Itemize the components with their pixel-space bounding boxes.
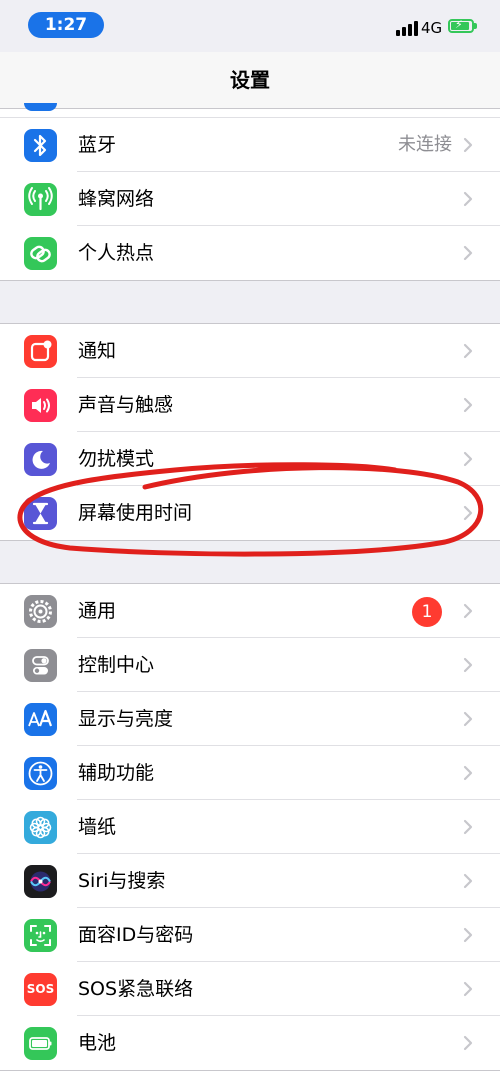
settings-row-label: 面容ID与密码 xyxy=(78,924,194,946)
face-id-icon xyxy=(24,919,57,952)
settings-row-label: Siri与搜索 xyxy=(78,870,166,892)
battery-nub xyxy=(474,23,477,29)
settings-row-label: 辅助功能 xyxy=(78,762,155,784)
settings-row-notifications[interactable]: 通知 xyxy=(0,324,500,378)
settings-row-display-brightness[interactable]: 显示与亮度 xyxy=(0,692,500,746)
chevron-right-icon xyxy=(463,191,473,207)
siri-icon xyxy=(24,865,57,898)
settings-row-label: 控制中心 xyxy=(78,654,155,676)
chevron-right-icon xyxy=(463,245,473,261)
settings-group-connectivity: 蓝牙 未连接 蜂窝网络 个人热点 xyxy=(0,103,500,281)
settings-row-label: 通知 xyxy=(78,340,117,362)
hourglass-icon xyxy=(24,497,57,530)
text-size-icon xyxy=(24,703,57,736)
settings-row-label: 蓝牙 xyxy=(78,134,117,156)
toggles-icon xyxy=(24,649,57,682)
settings-row-label: 个人热点 xyxy=(78,242,155,264)
sos-icon: SOS xyxy=(24,973,57,1006)
settings-row-label: 蜂窝网络 xyxy=(78,188,155,210)
settings-row-label: SOS紧急联络 xyxy=(78,978,194,1000)
settings-row-label: 墙纸 xyxy=(78,816,117,838)
settings-row-face-id[interactable]: 面容ID与密码 xyxy=(0,908,500,962)
bluetooth-icon xyxy=(24,129,57,162)
settings-row-general[interactable]: 通用 1 xyxy=(0,584,500,638)
chevron-right-icon xyxy=(463,397,473,413)
settings-row-sounds[interactable]: 声音与触感 xyxy=(0,378,500,432)
status-time[interactable]: 1:27 xyxy=(28,12,104,38)
update-badge: 1 xyxy=(412,597,442,627)
settings-row-label: 电池 xyxy=(78,1032,117,1054)
battery-status-icon: ⚡ xyxy=(448,18,474,33)
settings-row-battery[interactable]: 电池 xyxy=(0,1016,500,1070)
settings-row-partial[interactable] xyxy=(0,103,500,117)
settings-row-accessibility[interactable]: 辅助功能 xyxy=(0,746,500,800)
chevron-right-icon xyxy=(463,603,473,619)
chevron-right-icon xyxy=(463,927,473,943)
bluetooth-status-value: 未连接 xyxy=(398,134,452,155)
flower-icon xyxy=(24,811,57,844)
cellular-antenna-icon xyxy=(24,183,57,216)
chevron-right-icon xyxy=(463,657,473,673)
settings-row-label: 勿扰模式 xyxy=(78,448,155,470)
settings-row-label: 声音与触感 xyxy=(78,394,174,416)
chevron-right-icon xyxy=(463,711,473,727)
network-type: 4G xyxy=(421,19,443,37)
settings-row-emergency-sos[interactable]: SOS SOS紧急联络 xyxy=(0,962,500,1016)
settings-row-bluetooth[interactable]: 蓝牙 未连接 xyxy=(0,117,500,172)
settings-row-screen-time[interactable]: 屏幕使用时间 xyxy=(0,486,500,540)
accessibility-icon xyxy=(24,757,57,790)
settings-row-hotspot[interactable]: 个人热点 xyxy=(0,226,500,280)
settings-group-notifications: 通知 声音与触感 勿扰模式 屏幕使用时间 xyxy=(0,323,500,541)
partial-row-icon xyxy=(24,103,57,111)
settings-row-cellular[interactable]: 蜂窝网络 xyxy=(0,172,500,226)
chevron-right-icon xyxy=(463,505,473,521)
settings-row-siri-search[interactable]: Siri与搜索 xyxy=(0,854,500,908)
chevron-right-icon xyxy=(463,873,473,889)
settings-list[interactable]: 蓝牙 未连接 蜂窝网络 个人热点 通知 声音与触感 勿扰模式 屏幕使用时间 通用… xyxy=(0,103,500,1071)
chevron-right-icon xyxy=(463,451,473,467)
chevron-right-icon xyxy=(463,981,473,997)
settings-row-do-not-disturb[interactable]: 勿扰模式 xyxy=(0,432,500,486)
chevron-right-icon xyxy=(463,765,473,781)
chevron-right-icon xyxy=(463,1035,473,1051)
hotspot-link-icon xyxy=(24,237,57,270)
page-title: 设置 xyxy=(230,68,270,92)
navigation-bar: 设置 xyxy=(0,52,500,109)
speaker-icon xyxy=(24,389,57,422)
gear-icon xyxy=(24,595,57,628)
settings-row-wallpaper[interactable]: 墙纸 xyxy=(0,800,500,854)
settings-row-label: 显示与亮度 xyxy=(78,708,174,730)
settings-group-general: 通用 1 控制中心 显示与亮度 辅助功能 墙纸 Siri与搜索 面容ID与密码 … xyxy=(0,583,500,1071)
settings-row-control-center[interactable]: 控制中心 xyxy=(0,638,500,692)
settings-row-label: 通用 xyxy=(78,600,117,622)
battery-icon xyxy=(24,1027,57,1060)
cellular-signal-icon xyxy=(396,20,418,36)
chevron-right-icon xyxy=(463,343,473,359)
settings-row-label: 屏幕使用时间 xyxy=(78,502,193,524)
chevron-right-icon xyxy=(463,137,473,153)
status-bar: 1:27 4G ⚡ xyxy=(0,0,500,52)
chevron-right-icon xyxy=(463,819,473,835)
notification-icon xyxy=(24,335,57,368)
moon-icon xyxy=(24,443,57,476)
